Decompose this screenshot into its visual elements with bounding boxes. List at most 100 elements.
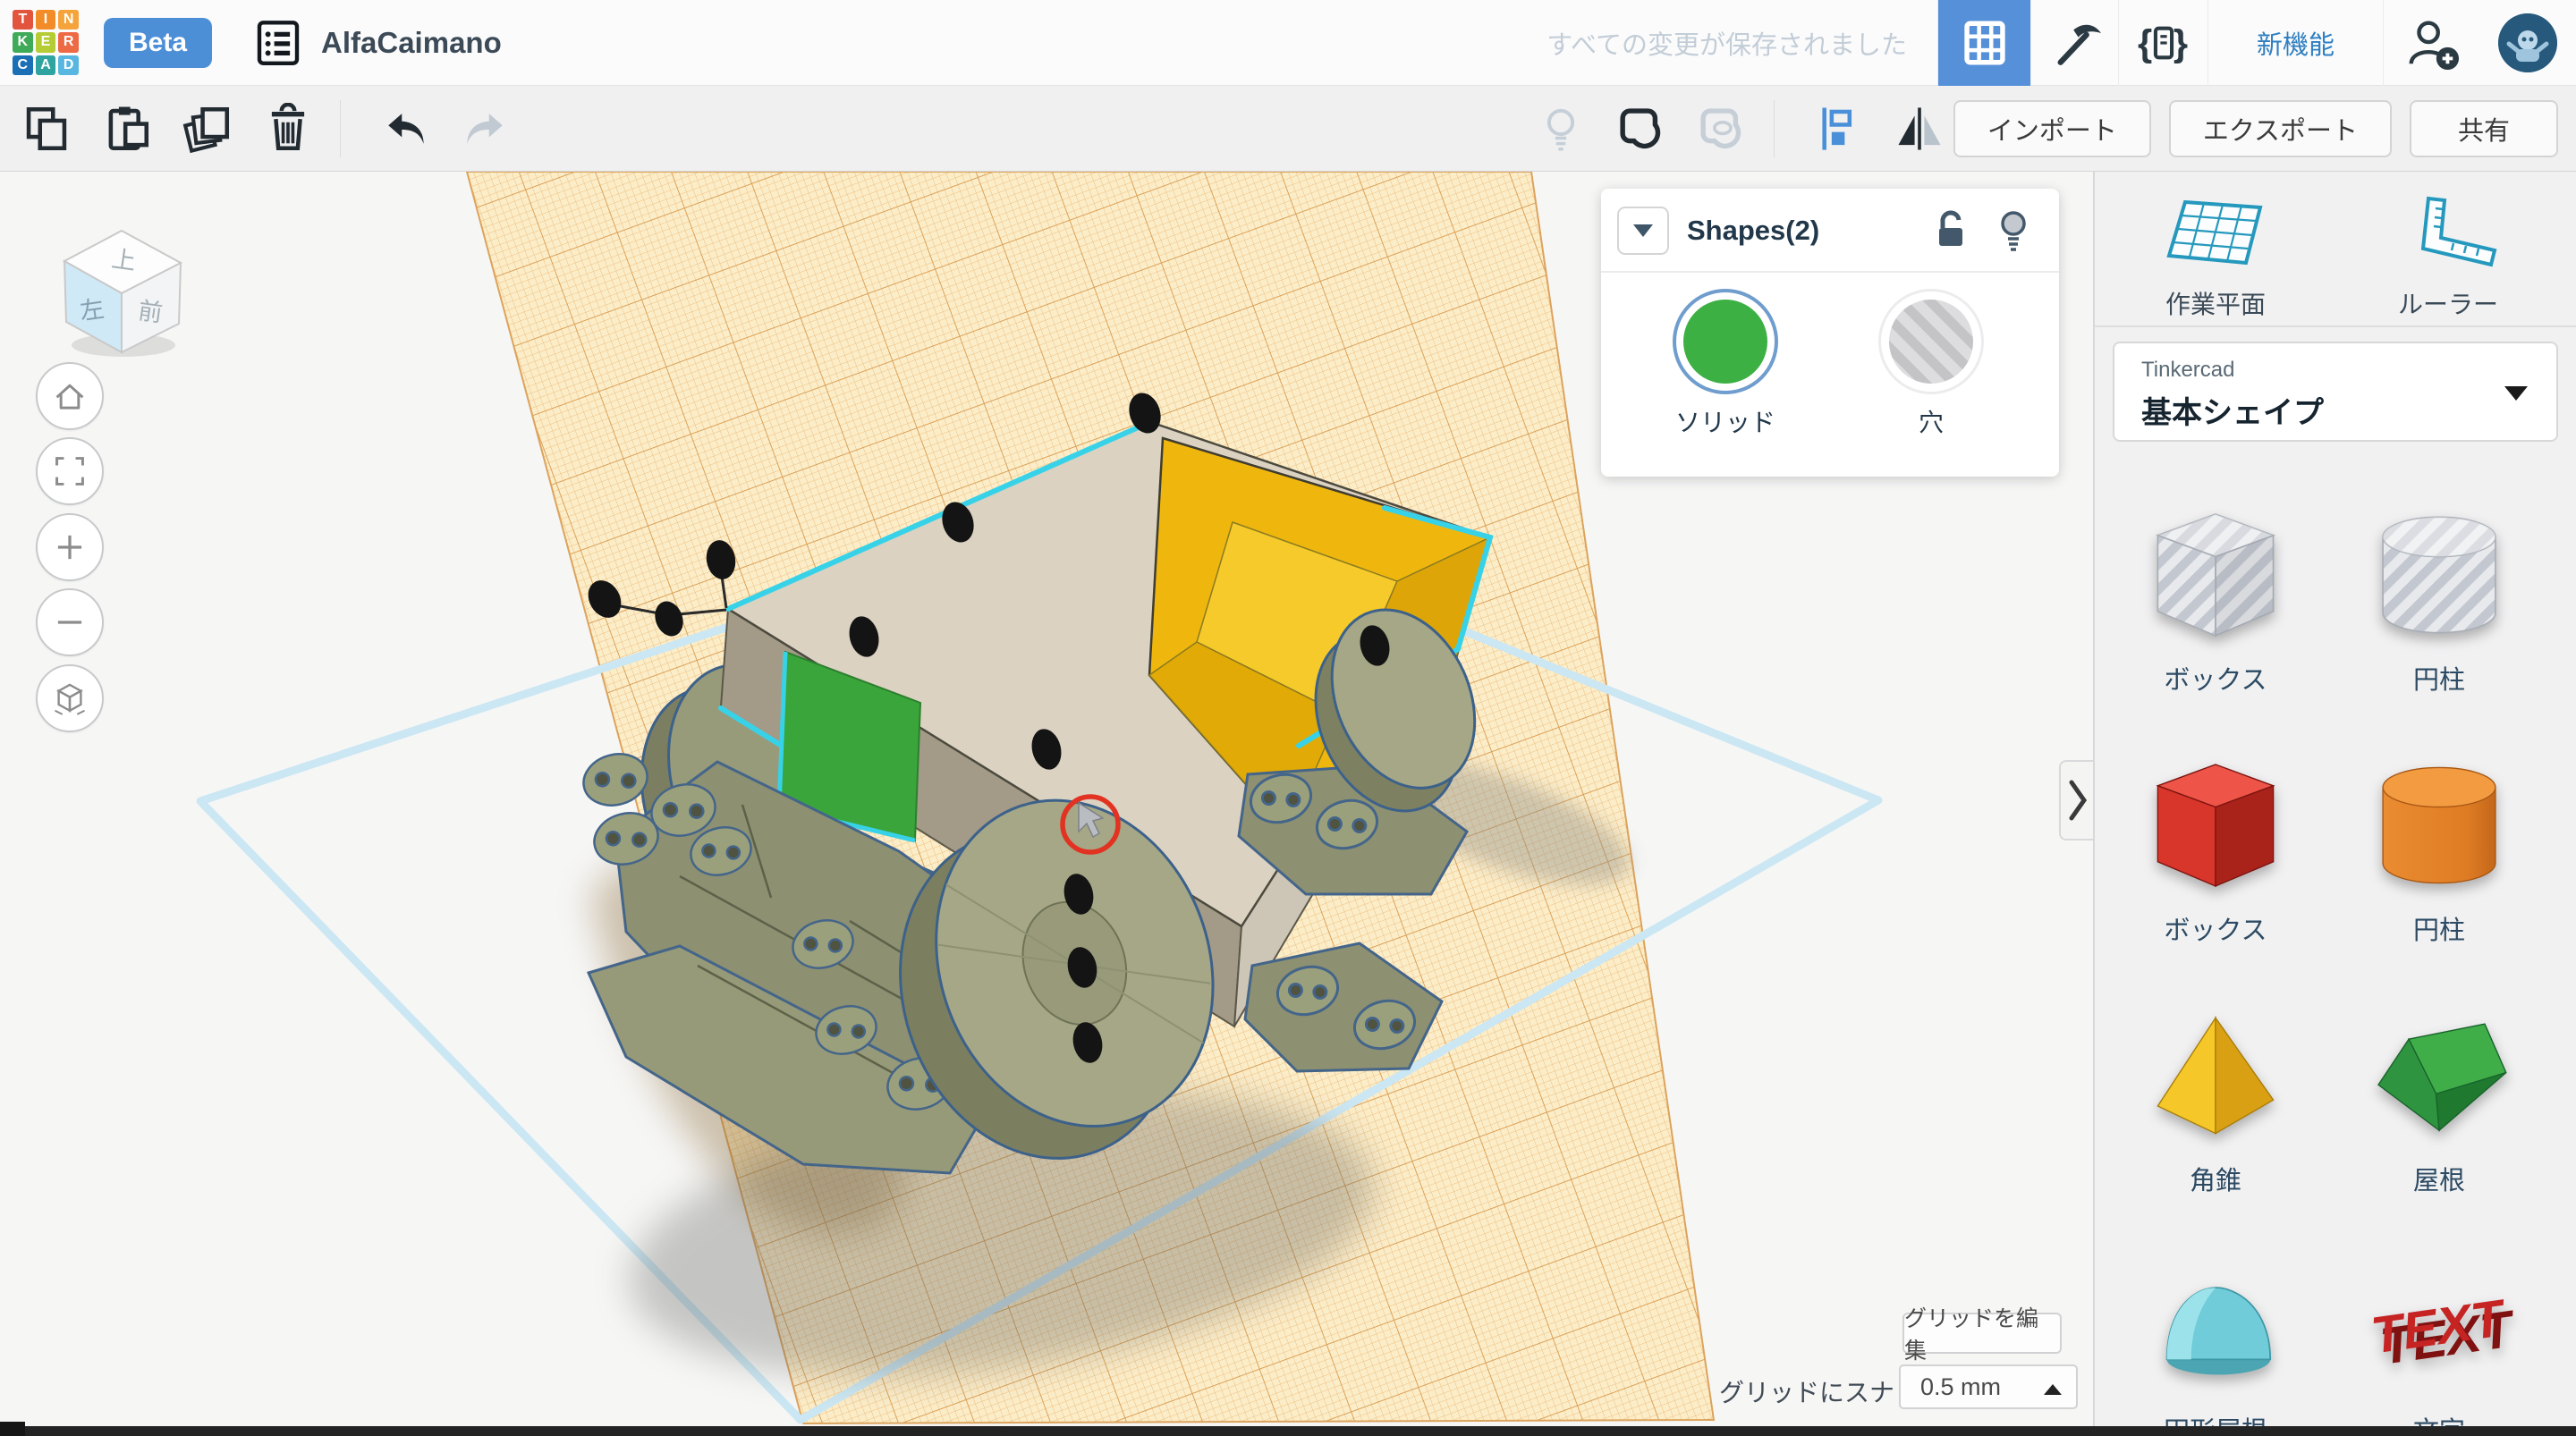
caret-up-icon — [2044, 1384, 2062, 1395]
avatar — [2498, 13, 2557, 72]
zoom-in-button[interactable] — [36, 513, 104, 581]
unlock-icon[interactable] — [1934, 210, 1966, 251]
hide-button[interactable] — [1527, 95, 1595, 163]
snap-grid-select[interactable]: 0.5 mm — [1899, 1364, 2078, 1409]
fit-view-button[interactable] — [36, 437, 104, 505]
roof-icon — [2363, 1000, 2515, 1152]
paste-icon — [101, 103, 153, 155]
logo-tile: I — [36, 10, 56, 30]
account-menu[interactable] — [2479, 0, 2576, 86]
shape-collection-select[interactable]: Tinkercad 基本シェイプ — [2113, 342, 2558, 442]
design-properties-button[interactable] — [251, 16, 305, 70]
3d-view-grid-icon — [1959, 17, 2011, 69]
collection-kicker: Tinkercad — [2141, 358, 2234, 383]
share-button[interactable]: 共有 — [2410, 100, 2558, 157]
tinkercad-app: T I N K E R C A D Beta AlfaCaimano すべての変… — [0, 0, 2576, 1436]
hole-option[interactable]: 穴 — [1860, 289, 2003, 439]
logo-tile: N — [58, 10, 79, 30]
shape-tile-box[interactable]: ボックス — [2140, 749, 2292, 947]
zoom-in-icon — [51, 528, 89, 566]
paste-button[interactable] — [93, 95, 161, 163]
svg-text:}: } — [2173, 21, 2187, 63]
copy-button[interactable] — [13, 95, 80, 163]
shape-sidebar: 作業平面 ルーラー Tinkercad 基本シェイプ — [2093, 172, 2576, 1436]
tinkercad-logo[interactable]: T I N K E R C A D — [13, 10, 79, 76]
perspective-toggle-button[interactable] — [36, 664, 104, 732]
svg-text:{: { — [2138, 21, 2152, 63]
logo-tile: K — [13, 32, 33, 53]
duplicate-icon — [182, 103, 233, 155]
view-cube[interactable]: 上 左 前 — [41, 204, 202, 365]
solid-swatch — [1683, 300, 1767, 384]
fit-view-icon — [51, 452, 89, 490]
view-cube-top-label: 上 — [110, 245, 138, 275]
redo-icon — [459, 102, 513, 156]
view-cube-left-label: 左 — [78, 295, 106, 325]
undo-button[interactable] — [371, 95, 439, 163]
export-button[interactable]: エクスポート — [2169, 100, 2392, 157]
solid-option[interactable]: ソリッド — [1654, 289, 1797, 439]
save-status: すべての変更が保存されました — [1546, 24, 1907, 62]
hole-shape-button[interactable] — [1688, 95, 1756, 163]
solid-label: ソリッド — [1654, 403, 1797, 439]
cylinder-icon — [2363, 749, 2515, 901]
duplicate-button[interactable] — [174, 95, 242, 163]
align-button[interactable] — [1805, 95, 1873, 163]
shape-tile-round-roof[interactable]: 円形屋根 — [2140, 1250, 2292, 1436]
ruler-tool[interactable]: ルーラー — [2363, 191, 2533, 321]
mirror-button[interactable] — [1885, 95, 1953, 163]
sidebar-collapse-handle[interactable] — [2059, 760, 2093, 840]
shape-tile-text[interactable]: TEXT TEXT 文字 — [2363, 1250, 2515, 1436]
workplane-tool[interactable]: 作業平面 — [2131, 191, 2301, 321]
hole-swatch-ring — [1878, 289, 1984, 394]
hole-shape-icon — [1696, 103, 1748, 155]
inspector-collapse-button[interactable] — [1617, 207, 1669, 255]
logo-tile: E — [36, 32, 56, 53]
shape-tile-cylinder[interactable]: 円柱 — [2363, 749, 2515, 947]
top-bar: T I N K E R C A D Beta AlfaCaimano すべての変… — [0, 0, 2576, 86]
3d-viewport[interactable]: 上 左 前 — [0, 172, 2093, 1436]
design-properties-icon — [253, 18, 303, 68]
edit-grid-button[interactable]: グリッドを編集 — [1902, 1313, 2062, 1354]
pyramid-icon — [2140, 1000, 2292, 1152]
import-button[interactable]: インポート — [1953, 100, 2151, 157]
shape-inspector-panel: Shapes(2) ソリッド — [1601, 189, 2059, 477]
redo-button[interactable] — [452, 95, 520, 163]
hole-box-icon — [2140, 499, 2292, 651]
blocks-pickaxe-icon — [2049, 17, 2101, 69]
bulb-icon[interactable] — [1998, 210, 2029, 253]
solid-swatch-ring — [1673, 289, 1778, 394]
solid-shape-button[interactable] — [1607, 95, 1675, 163]
shape-tile-hole-box[interactable]: ボックス — [2140, 499, 2292, 697]
whats-new-link[interactable]: 新機能 — [2207, 0, 2383, 86]
zoom-out-button[interactable] — [36, 588, 104, 656]
hole-label: 穴 — [1860, 403, 2003, 439]
box-icon — [2140, 749, 2292, 901]
snap-grid-value: 0.5 mm — [1920, 1373, 2001, 1401]
logo-tile: R — [58, 32, 79, 53]
collapse-caret-icon — [1633, 224, 1653, 237]
codeblocks-icon: { } — [2136, 17, 2191, 69]
edit-toolbar: インポート エクスポート 共有 — [0, 86, 2576, 172]
delete-button[interactable] — [254, 95, 322, 163]
round-roof-icon — [2140, 1250, 2292, 1402]
view-3d-tab[interactable] — [1937, 0, 2030, 86]
shape-tile-pyramid[interactable]: 角錐 — [2140, 1000, 2292, 1197]
design-title[interactable]: AlfaCaimano — [321, 26, 502, 60]
zoom-out-icon — [51, 604, 89, 641]
mirror-icon — [1894, 103, 1945, 155]
caret-down-icon — [2504, 386, 2528, 401]
add-collaborator-icon — [2404, 15, 2460, 71]
shape-tile-hole-cylinder[interactable]: 円柱 — [2363, 499, 2515, 697]
blocks-tab[interactable] — [2030, 0, 2118, 86]
shape-tile-roof[interactable]: 屋根 — [2363, 1000, 2515, 1197]
view-cube-front-label: 前 — [137, 297, 165, 326]
beta-badge[interactable]: Beta — [104, 18, 212, 68]
codeblocks-tab[interactable]: { } — [2118, 0, 2207, 86]
copy-icon — [21, 103, 72, 155]
ruler-icon — [2394, 191, 2502, 274]
logo-tile: D — [58, 55, 79, 76]
perspective-icon — [50, 679, 89, 718]
add-collaborator-button[interactable] — [2383, 0, 2479, 86]
home-view-button[interactable] — [36, 362, 104, 430]
